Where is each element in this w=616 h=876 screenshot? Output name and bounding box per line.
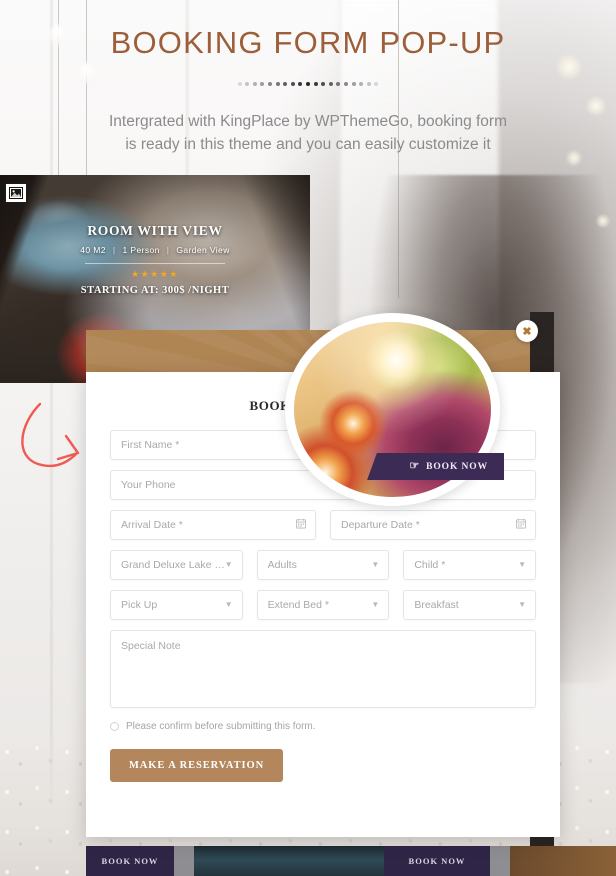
room-meta-view: Garden View (176, 245, 230, 255)
confirm-radio[interactable] (110, 722, 119, 731)
image-placeholder-icon (5, 183, 27, 203)
separator-dot (252, 81, 257, 86)
make-a-reservation-button[interactable]: MAKE A RESERVATION (110, 749, 284, 782)
first-name-placeholder: First Name * (121, 439, 180, 451)
breakfast-select[interactable]: Breakfast ▼ (403, 590, 537, 620)
departure-date-placeholder: Departure Date * (341, 519, 420, 531)
bottom-bar-photo (510, 846, 616, 876)
phone-placeholder: Your Phone (121, 479, 176, 491)
subtitle-line-1: Intergrated with KingPlace by WPThemeGo,… (108, 112, 508, 130)
separator-dot (275, 81, 280, 86)
circle-book-now-button[interactable]: ☞ BOOK NOW (385, 453, 504, 480)
separator-dot (313, 81, 318, 86)
curved-arrow-icon (21, 402, 80, 468)
bottom-book-now-button-left[interactable]: BOOK NOW (86, 846, 174, 876)
confirm-row[interactable]: Please confirm before submitting this fo… (110, 721, 536, 732)
arrival-date-input[interactable]: Arrival Date * (110, 510, 316, 540)
close-icon[interactable]: ✖ (516, 320, 538, 342)
departure-date-input[interactable]: Departure Date * (330, 510, 536, 540)
room-meta: 40 M2 | 1 Person | Garden View (0, 245, 310, 255)
chevron-down-icon[interactable]: ▼ (225, 601, 233, 609)
chevron-down-icon[interactable]: ▼ (225, 561, 233, 569)
chevron-down-icon[interactable]: ▼ (518, 561, 526, 569)
special-note-textarea[interactable]: Special Note (110, 630, 536, 708)
separator-dot (245, 81, 250, 86)
extend-bed-value: Extend Bed * (267, 599, 329, 611)
confirm-label: Please confirm before submitting this fo… (126, 721, 316, 732)
bottom-book-now-button-right[interactable]: BOOK NOW (384, 846, 490, 876)
separator-dot (359, 81, 364, 86)
page-stage: BOOKING FORM POP-UP Intergrated with Kin… (0, 0, 616, 876)
bottom-book-now-bars: BOOK NOW BOOK NOW (86, 846, 616, 876)
separator-dot (306, 81, 310, 86)
chevron-down-icon[interactable]: ▼ (371, 561, 379, 569)
pick-up-select[interactable]: Pick Up ▼ (110, 590, 243, 620)
room-name: ROOM WITH VIEW (87, 223, 223, 238)
separator-dot (237, 81, 242, 86)
separator-dot (336, 81, 341, 86)
arrival-date-placeholder: Arrival Date * (121, 519, 183, 531)
separator-dot (283, 81, 288, 86)
form-row-occupancy: Grand Deluxe Lake View ▼ Adults ▼ Child … (110, 550, 537, 580)
section-subtitle: Intergrated with KingPlace by WPThemeGo,… (0, 110, 616, 157)
special-note-placeholder: Special Note (121, 640, 181, 652)
adults-select[interactable]: Adults ▼ (256, 550, 390, 580)
subtitle-line-2: is ready in this theme and you can easil… (125, 136, 491, 153)
bottom-bar-gap (174, 846, 194, 876)
room-type-select[interactable]: Grand Deluxe Lake View ▼ (110, 550, 243, 580)
hand-pointer-icon: ☞ (409, 460, 421, 472)
circle-book-now-label: BOOK NOW (426, 461, 488, 472)
section-header: BOOKING FORM POP-UP Intergrated with Kin… (0, 24, 616, 156)
breakfast-value: Breakfast (414, 599, 459, 611)
room-meta-separator: | (166, 245, 170, 255)
calendar-icon[interactable] (516, 518, 526, 532)
calendar-icon[interactable] (296, 518, 306, 532)
separator-dot (298, 81, 303, 86)
separator-dot (260, 81, 265, 86)
chevron-down-icon[interactable]: ▼ (371, 601, 379, 609)
separator-dot (328, 81, 333, 86)
room-type-value: Grand Deluxe Lake View (121, 559, 232, 571)
room-rating-stars: ★★★★★ (131, 269, 179, 279)
page-title: BOOKING FORM POP-UP (110, 25, 506, 60)
separator-dot (321, 81, 326, 86)
circle-promo-overlay[interactable]: ☞ BOOK NOW (285, 313, 504, 506)
room-overlay: ROOM WITH VIEW 40 M2 | 1 Person | Garden… (0, 223, 310, 296)
room-price: STARTING AT: 300$ /NIGHT (80, 285, 230, 296)
separator-dot (290, 81, 295, 86)
separator-dot (351, 81, 356, 86)
background-bokeh (596, 214, 610, 228)
separator-dot (343, 81, 348, 86)
adults-value: Adults (267, 559, 297, 571)
room-meta-capacity: 1 Person (122, 245, 160, 255)
separator-dot (374, 81, 379, 86)
room-meta-size: 40 M2 (80, 245, 106, 255)
separator-dot (366, 81, 371, 86)
room-meta-separator: | (112, 245, 116, 255)
bottom-bar-photo (194, 846, 384, 876)
form-row-dates: Arrival Date * Departure Date * (110, 510, 536, 540)
form-row-extras: Pick Up ▼ Extend Bed * ▼ Breakfast ▼ (110, 590, 537, 620)
child-select[interactable]: Child * ▼ (403, 550, 537, 580)
separator-dot (268, 81, 273, 86)
room-divider (85, 263, 225, 264)
pick-up-value: Pick Up (121, 599, 158, 611)
extend-bed-select[interactable]: Extend Bed * ▼ (256, 590, 390, 620)
child-value: Child * (414, 559, 446, 571)
dots-separator (228, 80, 388, 88)
chevron-down-icon[interactable]: ▼ (518, 601, 526, 609)
bottom-bar-gap (490, 846, 510, 876)
